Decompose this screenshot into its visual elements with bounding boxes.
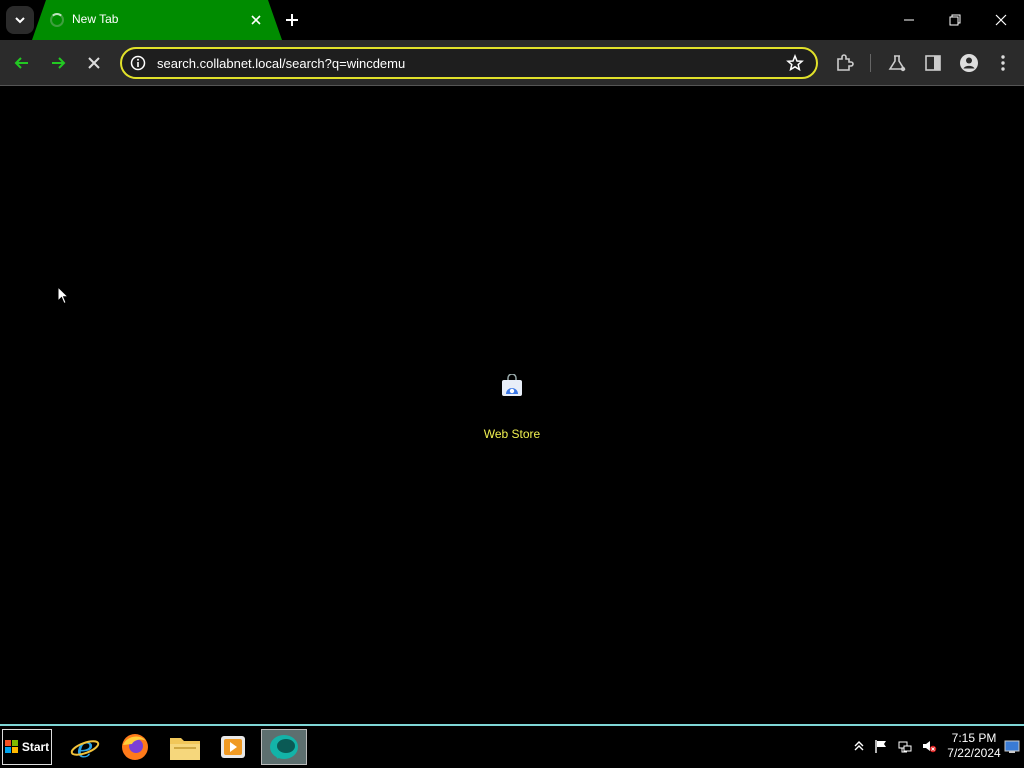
toolbar-separator [870,54,871,72]
taskbar: Start e 7:15 PM 7/22/2024 [0,724,1024,768]
action-center-flag-icon[interactable] [873,738,889,754]
shortcut-web-store[interactable]: Web Store [472,362,552,452]
svg-text:e: e [77,731,94,763]
menu-kebab-icon[interactable] [992,52,1014,74]
media-player-icon [221,736,245,758]
system-clock[interactable]: 7:15 PM 7/22/2024 [940,731,1008,761]
taskbar-internet-explorer[interactable]: e [62,729,108,765]
start-button[interactable]: Start [2,729,52,765]
address-bar[interactable]: search.collabnet.local/search?q=wincdemu [120,47,818,79]
start-label: Start [21,740,50,754]
network-icon[interactable] [897,738,913,754]
taskbar-file-explorer[interactable] [162,729,208,765]
forward-button[interactable] [47,52,69,74]
new-tab-button[interactable] [283,11,301,29]
shortcut-label: Web Store [483,427,541,441]
site-info-icon[interactable] [130,55,146,71]
windows-logo-icon [4,740,18,753]
extensions-puzzle-icon[interactable] [833,52,855,74]
taskbar-browser-active[interactable] [261,729,307,765]
tab-new-tab[interactable] [32,0,282,40]
file-explorer-icon [170,738,200,760]
web-store-icon [502,374,522,396]
chevron-down-icon [15,17,25,24]
profile-avatar-icon[interactable] [958,52,980,74]
mouse-cursor-icon [57,286,69,305]
stop-loading-button[interactable] [83,52,105,74]
browser-app-icon [270,735,298,759]
taskbar-firefox[interactable] [112,729,158,765]
labs-flask-icon[interactable] [886,52,908,74]
tab-search-button[interactable] [6,6,34,34]
taskbar-media-player[interactable] [210,729,256,765]
restore-button[interactable] [945,10,965,30]
clock-time: 7:15 PM [951,731,997,745]
close-tab-icon[interactable] [248,12,264,28]
url-text: search.collabnet.local/search?q=wincdemu [157,56,406,71]
clock-date: 7/22/2024 [947,746,1001,760]
tab-title: New Tab [72,12,119,26]
bookmark-star-icon[interactable] [786,54,804,72]
volume-muted-icon[interactable] [921,738,937,754]
close-window-button[interactable] [991,10,1011,30]
back-button[interactable] [11,52,33,74]
title-bar: New Tab [0,0,1024,40]
firefox-icon [122,734,148,760]
show-hidden-icons-icon[interactable] [851,738,867,754]
show-desktop-icon[interactable] [1004,740,1020,754]
minimize-button[interactable] [899,10,919,30]
internet-explorer-icon: e [70,731,100,763]
side-panel-icon[interactable] [922,52,944,74]
loading-spinner-icon [50,13,64,27]
